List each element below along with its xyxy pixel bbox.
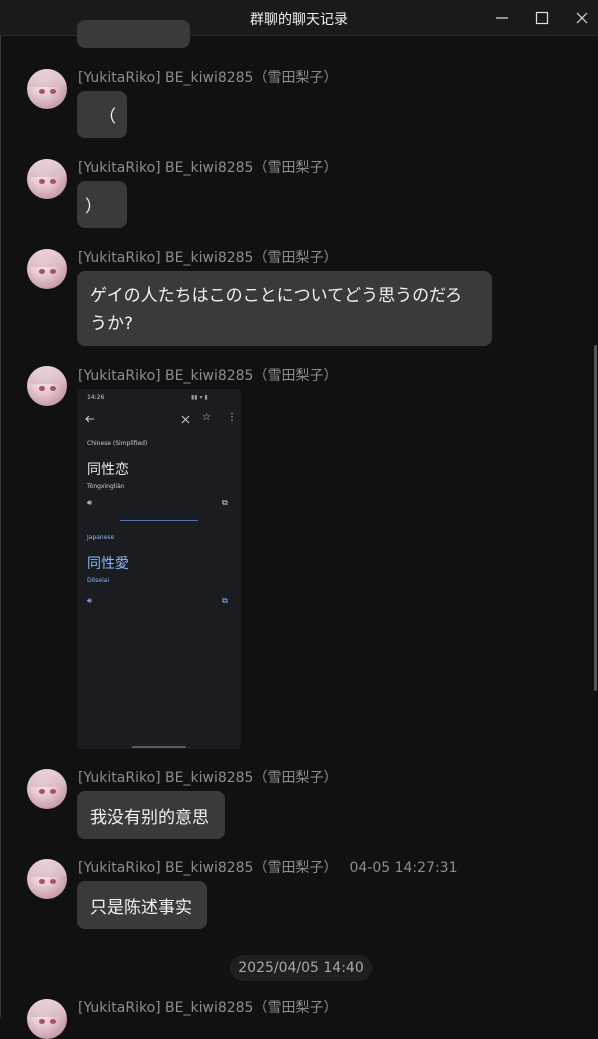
message-bubble-partial[interactable] [77,20,190,48]
sender-name: [YukitaRiko] BE_kiwi8285（雪田梨子） [78,770,338,786]
back-arrow-icon[interactable] [85,414,95,424]
status-time: 14:26 [87,394,105,401]
target-romaji: Dōseiai [87,577,110,584]
window-border [0,36,1,1017]
sender-name: [YukitaRiko] BE_kiwi8285（雪田梨子） [78,160,338,176]
sender-name: [YukitaRiko] BE_kiwi8285（雪田梨子） 04-05 14:2… [78,860,458,876]
copy-icon[interactable]: ⧉ [222,498,228,508]
message-line: ゲイの人たちはこのことについてどう思うのだろ [90,286,463,306]
speaker-icon[interactable]: 🔊︎ [87,596,92,606]
source-text: 同性恋 [87,462,129,478]
date-separator: 2025/04/05 14:40 [230,955,372,981]
minimize-button[interactable] [482,0,522,36]
maximize-icon [535,11,549,25]
sender-name: [YukitaRiko] BE_kiwi8285（雪田梨子） [78,70,338,86]
target-language: Japanese [87,534,115,541]
speaker-icon[interactable]: 🔊︎ [87,498,92,508]
divider [120,520,198,521]
message-bubble[interactable]: 只是陈述事实 [77,881,207,929]
status-icons: ▮▮ ▾ ▮ [191,394,208,401]
star-icon[interactable]: ☆ [202,412,211,423]
message-time: 04-05 14:27:31 [349,860,458,876]
message-line: うか? [90,314,134,334]
sender-name: [YukitaRiko] BE_kiwi8285（雪田梨子） [78,1000,338,1016]
message-bubble[interactable]: 我没有别的意思 [77,791,225,839]
avatar[interactable] [27,859,67,899]
avatar[interactable] [27,366,67,406]
avatar[interactable] [27,769,67,809]
avatar[interactable] [27,69,67,109]
copy-icon[interactable]: ⧉ [222,596,228,606]
source-pinyin: Tóngxìngliàn [87,483,125,490]
close-button[interactable] [562,0,598,36]
message-bubble[interactable]: ゲイの人たちはこのことについてどう思うのだろ うか? [77,271,492,346]
close-icon[interactable] [181,415,190,424]
avatar[interactable] [27,159,67,199]
image-attachment[interactable]: 14:26 ▮▮ ▾ ▮ ☆ ⋮ Chinese (Simplified) 同性… [77,389,241,749]
message-bubble[interactable]: （ [77,91,127,138]
target-text: 同性愛 [87,556,129,572]
sender-name: [YukitaRiko] BE_kiwi8285（雪田梨子） [78,250,338,266]
avatar[interactable] [27,249,67,289]
minimize-icon [496,17,508,19]
avatar[interactable] [27,999,67,1039]
home-indicator [132,746,186,748]
sender-name: [YukitaRiko] BE_kiwi8285（雪田梨子） [78,368,338,384]
source-language: Chinese (Simplified) [87,440,148,447]
maximize-button[interactable] [522,0,562,36]
more-icon[interactable]: ⋮ [227,412,237,423]
message-bubble[interactable]: ） [77,181,127,228]
scrollbar-thumb[interactable] [594,345,597,691]
close-icon [576,12,588,24]
